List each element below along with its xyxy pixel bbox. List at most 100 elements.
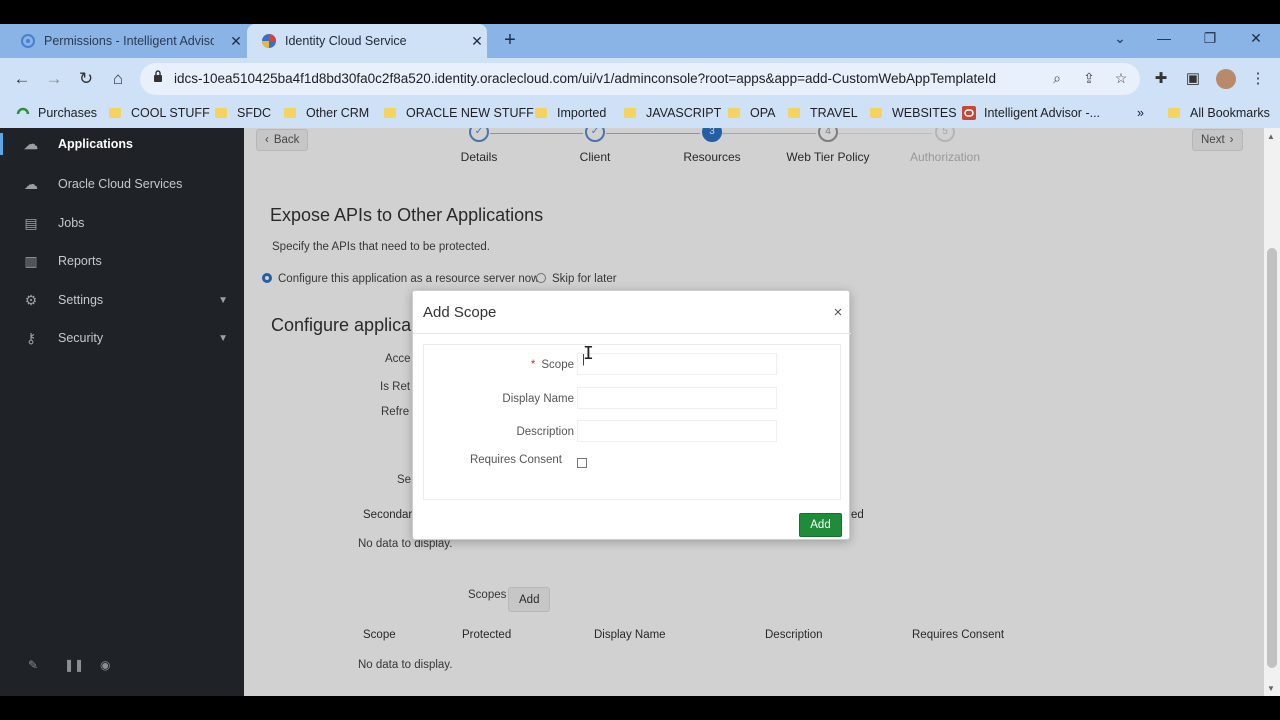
scrollbar[interactable]: ▲ ▼: [1264, 128, 1280, 696]
bookmark-label: Other CRM: [306, 106, 370, 120]
sidebar-item-security[interactable]: ⚷ Security ▼: [22, 330, 232, 346]
bookmark-label: TRAVEL: [810, 106, 858, 120]
requires-consent-checkbox[interactable]: [577, 458, 587, 468]
bookmark-label: Purchases: [38, 106, 98, 120]
sidebar-item-label: Jobs: [58, 216, 85, 230]
cloud-icon: ☁: [24, 176, 38, 192]
tab-permissions[interactable]: Permissions - Intelligent Advisor ✕: [0, 24, 247, 58]
close-icon[interactable]: ×: [831, 304, 845, 321]
scope-field-label: * Scope: [424, 359, 574, 371]
dialog-title: Add Scope: [423, 304, 497, 321]
browser-toolbar: ← → ↻ ⌂ idcs-10ea510425ba4f1d8bd30fa0c2f…: [0, 58, 1280, 100]
sidebar-item-label: Settings: [58, 293, 104, 307]
sidebar-item-label: Applications: [58, 137, 134, 151]
bookmark-label: Intelligent Advisor -...: [984, 106, 1101, 120]
bookmark-folder-oracle-new-stuff[interactable]: ORACLE NEW STUFF: [384, 106, 534, 120]
folder-icon: [870, 108, 882, 118]
display-name-input[interactable]: [577, 387, 777, 409]
minimize-icon[interactable]: —: [1154, 30, 1174, 46]
scope-input[interactable]: |: [577, 353, 777, 375]
back-icon[interactable]: ←: [11, 68, 33, 90]
share-icon[interactable]: ⇪: [1080, 70, 1098, 87]
gear-icon: ⚙: [24, 292, 38, 308]
add-button[interactable]: Add: [799, 513, 842, 537]
text-cursor-icon: I: [583, 343, 594, 364]
tab-close-icon[interactable]: ✕: [228, 33, 244, 50]
jobs-icon: ▤: [24, 215, 38, 231]
bookmark-folder-javascript[interactable]: JAVASCRIPT: [624, 106, 721, 120]
chevron-down-icon: ▼: [218, 332, 228, 344]
sidebar-item-label: Oracle Cloud Services: [58, 177, 183, 191]
folder-icon: [215, 108, 227, 118]
required-asterisk: *: [530, 359, 536, 371]
pause-icon[interactable]: ❚❚: [64, 658, 84, 672]
folder-icon: [284, 108, 296, 118]
folder-icon: [624, 108, 636, 118]
bookmark-folder-opa[interactable]: OPA: [728, 106, 775, 120]
tab-search-icon[interactable]: ⌄: [1110, 30, 1130, 47]
folder-icon: [109, 108, 121, 118]
more-bookmarks-icon[interactable]: »: [1137, 106, 1144, 120]
display-name-label: Display Name: [502, 393, 574, 405]
bookmark-intelligent-advisor[interactable]: Intelligent Advisor -...: [962, 106, 1100, 120]
record-icon[interactable]: ◉: [100, 658, 110, 672]
zoom-icon[interactable]: ⌕: [1048, 70, 1066, 87]
bookmark-label: COOL STUFF: [131, 106, 210, 120]
bookmark-folder-sfdc[interactable]: SFDC: [215, 106, 271, 120]
bookmark-label: Imported: [557, 106, 607, 120]
all-bookmarks[interactable]: All Bookmarks: [1168, 106, 1270, 120]
bookmark-label: JAVASCRIPT: [646, 106, 722, 120]
bookmark-folder-travel[interactable]: TRAVEL: [788, 106, 858, 120]
sidebar-item-reports[interactable]: ▥ Reports: [22, 253, 232, 269]
edit-icon[interactable]: ✎: [28, 658, 38, 672]
bookmark-purchases[interactable]: Purchases: [16, 106, 97, 120]
extensions-icon[interactable]: ✚: [1151, 69, 1171, 87]
browser-tab-strip: Permissions - Intelligent Advisor ✕ Iden…: [0, 24, 1280, 58]
address-bar[interactable]: idcs-10ea510425ba4f1d8bd30fa0c2f8a520.id…: [140, 63, 1140, 95]
bookmarks-bar: Purchases COOL STUFF SFDC Other CRM ORAC…: [0, 100, 1280, 128]
forward-icon[interactable]: →: [43, 68, 65, 90]
oracle-icon: [962, 106, 976, 120]
sidebar-item-settings[interactable]: ⚙ Settings ▼: [22, 292, 232, 308]
window-close-icon[interactable]: ✕: [1246, 30, 1266, 47]
lock-icon[interactable]: [153, 70, 163, 85]
identity-console: ☁ Applications ☁ Oracle Cloud Services ▤…: [0, 128, 1280, 696]
browser-menu-icon[interactable]: ⋮: [1248, 69, 1268, 87]
folder-icon: [384, 108, 396, 118]
scroll-thumb[interactable]: [1267, 248, 1277, 668]
url-text[interactable]: idcs-10ea510425ba4f1d8bd30fa0c2f8a520.id…: [174, 71, 996, 86]
bookmark-folder-other-crm[interactable]: Other CRM: [284, 106, 369, 120]
bookmark-folder-websites[interactable]: WEBSITES: [870, 106, 957, 120]
tab-title: Permissions - Intelligent Advisor: [44, 34, 214, 48]
sidebar-item-oracle-cloud-services[interactable]: ☁ Oracle Cloud Services: [22, 176, 232, 192]
chevron-down-icon: ▼: [218, 294, 228, 306]
scroll-down-icon[interactable]: ▼: [1267, 684, 1275, 693]
tab-close-icon[interactable]: ✕: [469, 33, 485, 50]
scroll-up-icon[interactable]: ▲: [1267, 132, 1275, 141]
description-input[interactable]: [577, 420, 777, 442]
field-label-text: Scope: [541, 359, 574, 371]
tab-identity-cloud-service[interactable]: Identity Cloud Service ✕: [247, 24, 487, 58]
bookmark-folder-imported[interactable]: Imported: [535, 106, 606, 120]
home-icon[interactable]: ⌂: [107, 68, 129, 90]
dialog-body: * Scope | Display Name Description Requir…: [423, 344, 841, 500]
sidebar-item-jobs[interactable]: ▤ Jobs: [22, 215, 232, 231]
bookmark-label: SFDC: [237, 106, 272, 120]
bookmark-label: All Bookmarks: [1190, 106, 1270, 120]
restore-icon[interactable]: ❐: [1200, 30, 1220, 47]
screen: Permissions - Intelligent Advisor ✕ Iden…: [0, 0, 1280, 720]
key-icon: ⚷: [25, 330, 37, 346]
profile-avatar[interactable]: [1216, 69, 1236, 89]
sidebar-item-label: Reports: [58, 254, 102, 268]
folder-icon: [535, 108, 547, 118]
sidebar-item-applications[interactable]: ☁ Applications: [22, 136, 232, 152]
bookmark-star-icon[interactable]: ☆: [1112, 70, 1130, 87]
folder-icon: [728, 108, 740, 118]
bookmark-folder-cool-stuff[interactable]: COOL STUFF: [109, 106, 210, 120]
purchases-icon: [16, 106, 30, 120]
side-panel-icon[interactable]: ▣: [1183, 69, 1203, 87]
add-scope-dialog: Add Scope × * Scope | Display Name Descri…: [412, 290, 851, 540]
bookmark-label: ORACLE NEW STUFF: [406, 106, 534, 120]
reload-icon[interactable]: ↻: [75, 68, 97, 90]
new-tab-button[interactable]: +: [499, 29, 521, 51]
